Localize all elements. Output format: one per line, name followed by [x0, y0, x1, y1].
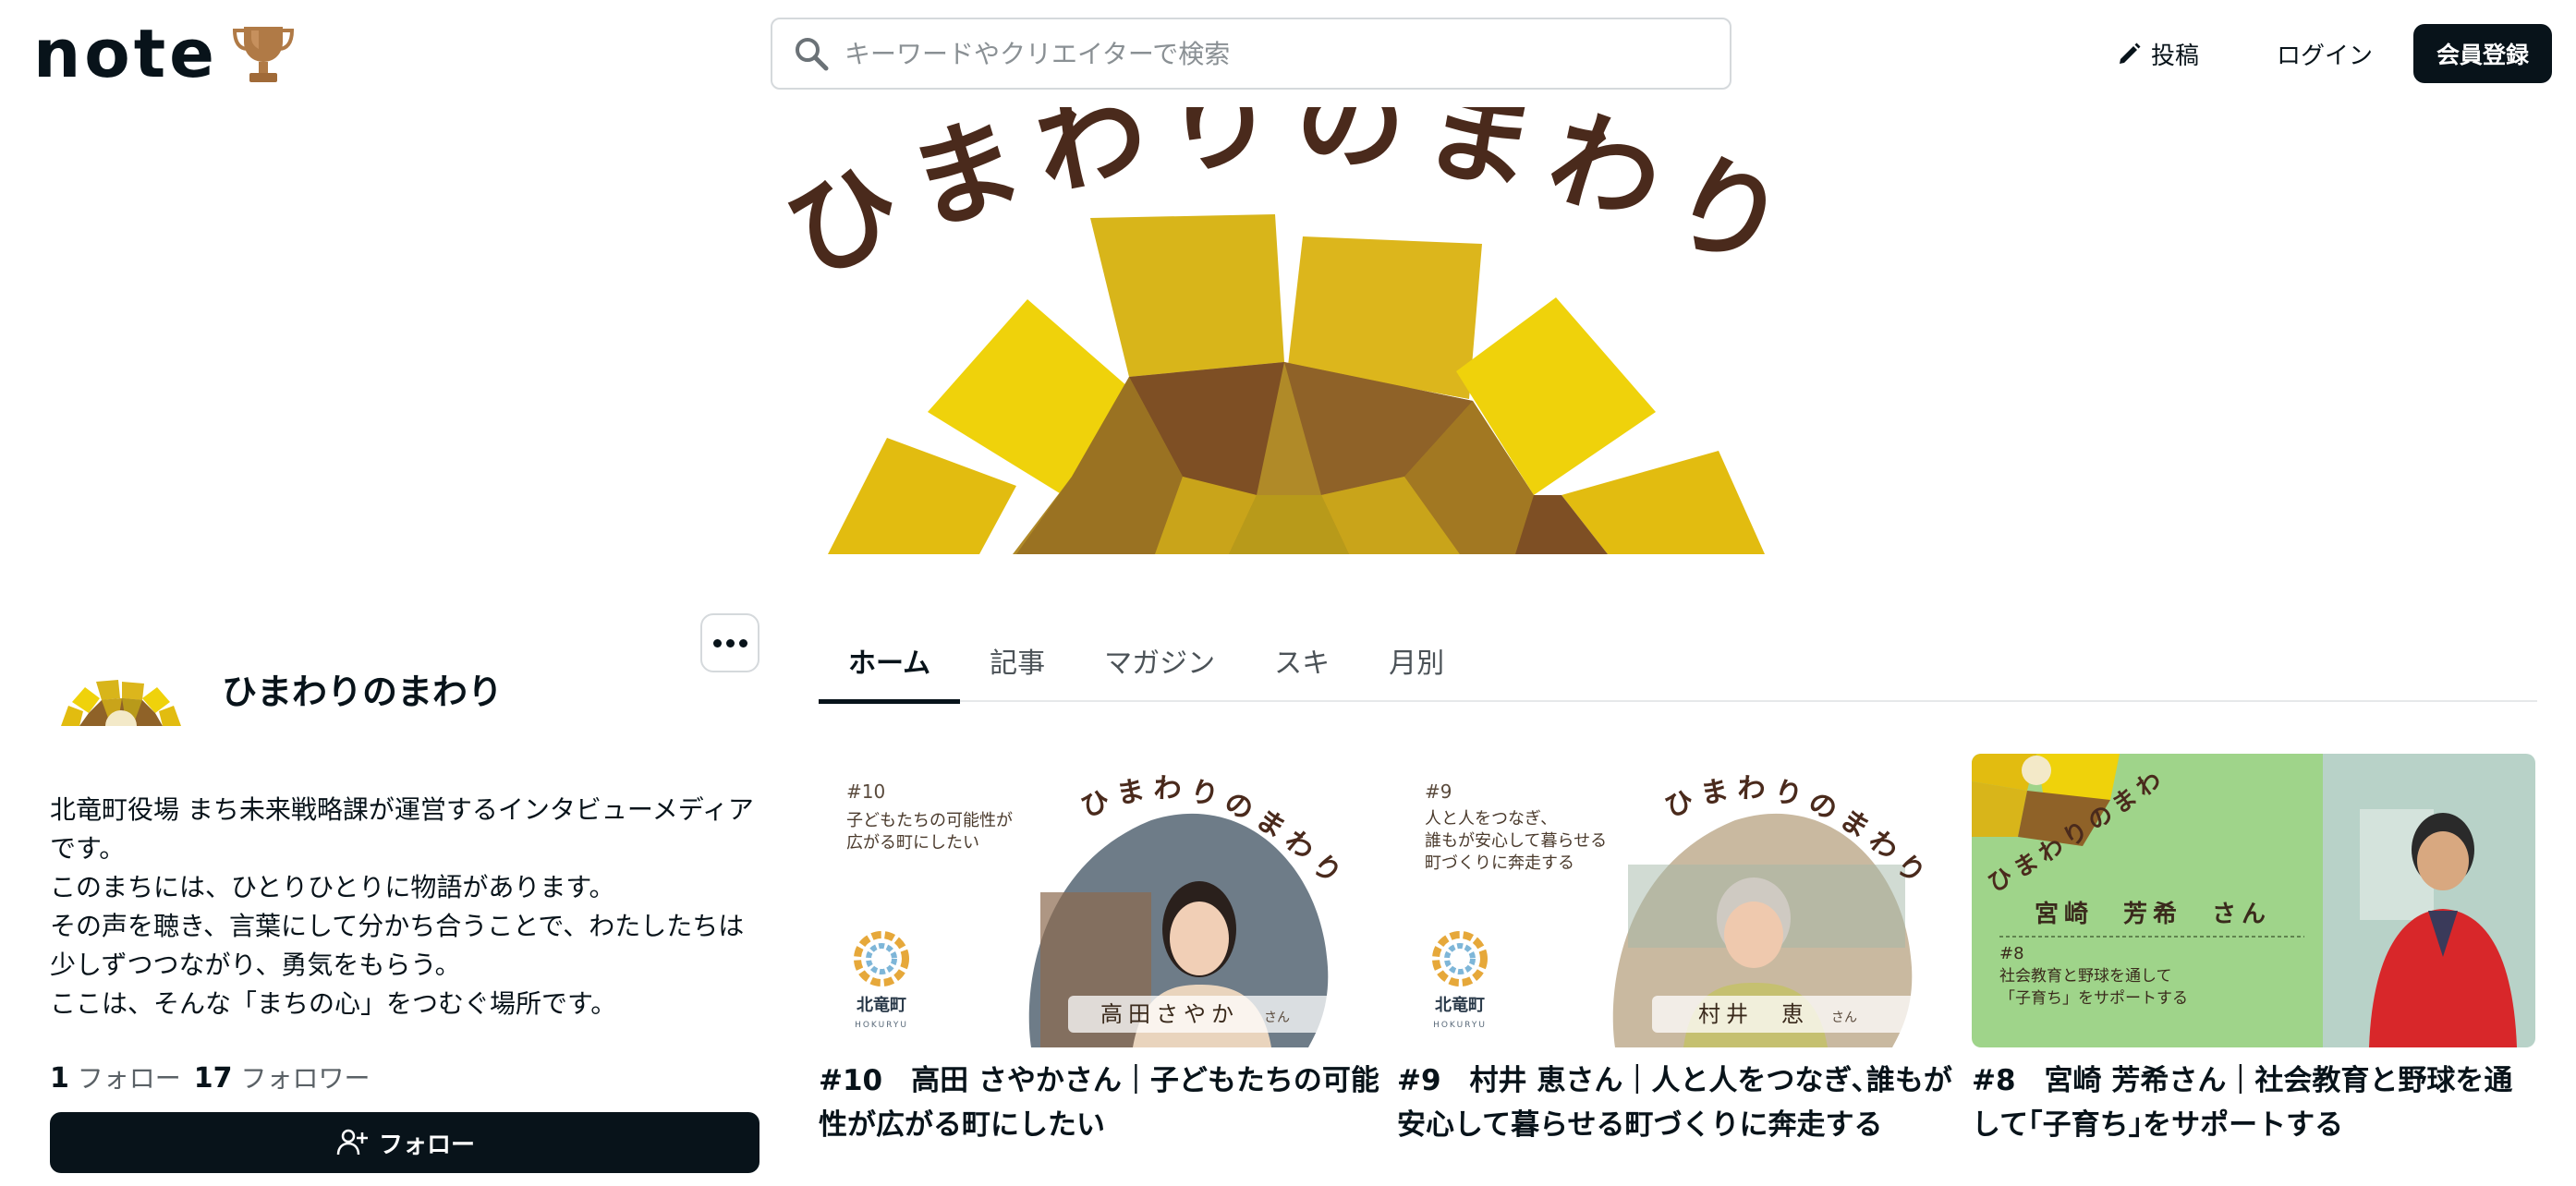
login-button[interactable]: ログイン — [2258, 28, 2391, 79]
thumb-honorific: さん — [1264, 1011, 1290, 1025]
tab-monthly[interactable]: 月別 — [1359, 619, 1474, 702]
post-button[interactable]: 投稿 — [2116, 28, 2199, 79]
search-input[interactable] — [844, 38, 1676, 69]
thumb-caption: 人と人をつなぎ、 — [1425, 809, 1557, 829]
article-title[interactable]: #10 高田 さやかさん｜子どもたちの可能性が広がる町にしたい — [819, 1059, 1382, 1147]
bio-line: 北竜町役場 まち未来戦略課が運営するインタビューメディアです。 — [50, 794, 754, 864]
bio-line: このまちには、ひとりひとりに物語があります。 — [50, 872, 615, 902]
thumb-caption: 町づくりに奔走する — [1425, 853, 1574, 873]
thumb-town: 北竜町 — [857, 995, 906, 1015]
bio-line: その声を聴き、言葉にして分かち合うことで、わたしたちは少しずつつながり、勇気をも… — [50, 911, 745, 980]
article-card[interactable]: ひまわりのまわり 宮崎 芳希 さん #8 社会教育と野球を通して 「子育ち」をサ… — [1972, 754, 2535, 1147]
article-thumbnail[interactable]: ひまわりのまわり 宮崎 芳希 さん #8 社会教育と野球を通して 「子育ち」をサ… — [1972, 754, 2535, 1047]
profile-bio: 北竜町役場 まち未来戦略課が運営するインタビューメディアです。 このまちには、ひ… — [50, 791, 767, 1023]
thumb-honorific: さん — [1831, 1011, 1857, 1025]
dot-icon — [725, 638, 735, 647]
tab-likes[interactable]: スキ — [1245, 619, 1359, 702]
thumb-number: #10 — [846, 781, 885, 803]
login-label: ログイン — [2277, 42, 2374, 70]
dot-icon — [712, 638, 722, 647]
follow-button[interactable]: フォロー — [50, 1112, 759, 1173]
following-label: フォロー — [77, 1063, 181, 1094]
followers-label: フォロワー — [240, 1063, 371, 1094]
signup-label: 会員登録 — [2436, 42, 2529, 68]
article-title[interactable]: #9 村井 恵さん｜人と人をつなぎ､誰もが安心して暮らせる町づくりに奔走する — [1397, 1059, 1961, 1147]
sunflower-banner-image: ひまわりのまわり ひまわりのまわり — [769, 54, 1818, 554]
follow-stats: 1 フォロー 17 フォロワー — [50, 1059, 370, 1095]
article-card[interactable]: #9 人と人をつなぎ、 誰もが安心して暮らせる 町づくりに奔走する 村井 恵 さ… — [1397, 754, 1961, 1147]
thumb-caption: 子どもたちの可能性が — [846, 811, 1013, 830]
header: note 投稿 ログイン 会員登録 — [0, 0, 2576, 107]
banner-title: ひまわりのまわり — [769, 54, 1802, 300]
profile-tabs: ホーム 記事 マガジン スキ 月別 — [819, 619, 2537, 704]
following-count: 1 — [50, 1062, 69, 1095]
signup-button[interactable]: 会員登録 — [2413, 24, 2552, 83]
article-thumbnail-image: #9 人と人をつなぎ、 誰もが安心して暮らせる 町づくりに奔走する 村井 恵 さ… — [1397, 754, 1961, 1047]
search-icon — [796, 38, 829, 71]
thumb-town-en: HOKURYU — [855, 1021, 908, 1030]
article-thumbnail[interactable]: #10 子どもたちの可能性が 広がる町にしたい 高田さやか さん ひまわりのまわ… — [819, 754, 1382, 1047]
follow-label: フォロー — [378, 1131, 475, 1159]
article-card[interactable]: #10 子どもたちの可能性が 広がる町にしたい 高田さやか さん ひまわりのまわ… — [819, 754, 1382, 1147]
thumb-number: #8 — [1999, 944, 2024, 963]
search-box[interactable] — [771, 18, 1732, 90]
more-options-button[interactable] — [700, 613, 759, 672]
thumb-person: 宮崎 芳希 さん — [2035, 900, 2271, 928]
logo-text: note — [33, 15, 218, 92]
thumb-number: #9 — [1425, 781, 1452, 803]
article-title[interactable]: #8 宮崎 芳希さん｜社会教育と野球を通して｢子育ち｣をサポートする — [1972, 1059, 2535, 1147]
thumb-caption: 広がる町にしたい — [846, 833, 979, 853]
avatar[interactable] — [52, 637, 190, 739]
followers-count: 17 — [193, 1062, 233, 1095]
svg-text:ひまわりのまわり: ひまわりのまわり — [769, 107, 1818, 300]
thumb-town-en: HOKURYU — [1433, 1021, 1487, 1030]
pencil-icon — [2120, 42, 2141, 64]
header-banner: ひまわりのまわり ひまわりのまわり — [0, 54, 2576, 562]
thumb-caption: 社会教育と野球を通して — [1999, 967, 2172, 986]
dot-icon — [738, 638, 747, 647]
post-label: 投稿 — [2151, 42, 2200, 70]
add-user-icon — [336, 1129, 368, 1156]
tab-articles[interactable]: 記事 — [960, 619, 1075, 702]
tab-magazines[interactable]: マガジン — [1075, 619, 1245, 702]
followers-link[interactable]: 17 フォロワー — [194, 1059, 371, 1095]
article-thumbnail[interactable]: #9 人と人をつなぎ、 誰もが安心して暮らせる 町づくりに奔走する 村井 恵 さ… — [1397, 754, 1961, 1047]
tab-home[interactable]: ホーム — [819, 619, 961, 704]
article-thumbnail-image: #10 子どもたちの可能性が 広がる町にしたい 高田さやか さん ひまわりのまわ… — [819, 754, 1382, 1047]
trophy-icon — [232, 27, 294, 82]
thumb-person: 高田さやか — [1100, 1001, 1239, 1027]
thumb-town: 北竜町 — [1435, 995, 1485, 1015]
note-logo[interactable]: note — [33, 17, 296, 91]
thumb-caption: 「子育ち」をサポートする — [1999, 989, 2188, 1008]
thumb-caption: 誰もが安心して暮らせる — [1425, 831, 1607, 851]
thumb-person: 村井 恵 — [1698, 1001, 1809, 1027]
profile-name[interactable]: ひまわりのまわり — [222, 663, 503, 714]
bio-line: ここは、そんな「まちの心」をつむぐ場所です。 — [50, 988, 617, 1019]
following-link[interactable]: 1 フォロー — [50, 1059, 181, 1095]
article-thumbnail-image: ひまわりのまわり 宮崎 芳希 さん #8 社会教育と野球を通して 「子育ち」をサ… — [1972, 754, 2535, 1047]
